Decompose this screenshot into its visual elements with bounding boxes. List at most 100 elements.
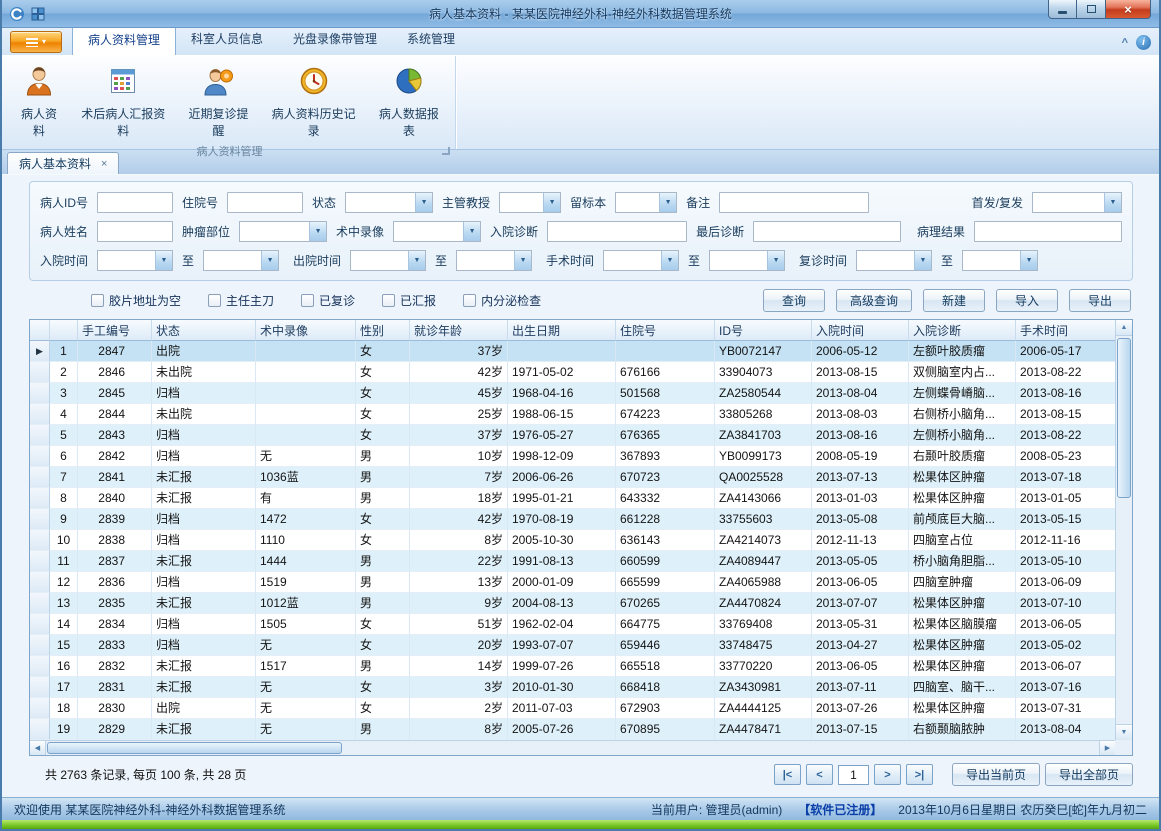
filter-input[interactable] [974,221,1122,242]
vertical-scroll-thumb[interactable] [1117,338,1131,498]
column-header[interactable]: 手工编号 [78,320,152,341]
table-row[interactable]: 192829未汇报无男8岁2005-07-26670895ZA447847120… [30,719,1115,740]
collapse-ribbon-icon[interactable]: ^ [1122,37,1128,49]
ribbon-button[interactable]: 病人资料 [8,59,70,143]
filter-dropdown[interactable]: ▼ [603,250,679,271]
table-row[interactable]: 32845归档女45岁1968-04-16501568ZA25805442013… [30,383,1115,404]
column-header[interactable]: 入院时间 [812,320,909,341]
action-button[interactable]: 新建 [923,289,985,312]
column-header[interactable]: 住院号 [616,320,715,341]
column-header[interactable]: 性别 [356,320,410,341]
filter-dropdown[interactable]: ▼ [350,250,426,271]
page-number-input[interactable]: 1 [838,765,869,785]
filter-input[interactable] [753,221,901,242]
ribbon-button[interactable]: 术后病人汇报资料 [70,59,176,143]
table-row[interactable]: 142834归档1505女51岁1962-02-0466477533769408… [30,614,1115,635]
filter-checkbox[interactable]: 已复诊 [301,292,355,309]
dialog-launcher-icon[interactable] [442,147,450,155]
filter-dropdown[interactable]: ▼ [709,250,785,271]
column-header[interactable]: 术中录像 [256,320,356,341]
filter-checkbox[interactable]: 胶片地址为空 [91,292,181,309]
info-icon[interactable]: i [1136,35,1151,50]
filter-dropdown[interactable]: ▼ [615,192,677,213]
next-page-button[interactable]: > [874,764,901,785]
first-page-button[interactable]: |< [774,764,801,785]
table-row[interactable]: 172831未汇报无女3岁2010-01-30668418ZA343098120… [30,677,1115,698]
ribbon-button[interactable]: 近期复诊提醒 [176,59,260,143]
tab-close-icon[interactable]: × [101,158,107,170]
column-header[interactable]: 状态 [152,320,256,341]
table-row[interactable]: 62842归档无男10岁1998-12-09367893YB0099173200… [30,446,1115,467]
ribbon-tab[interactable]: 光盘录像带管理 [278,25,392,55]
app-logo-icon[interactable] [9,6,25,22]
scroll-right-icon[interactable]: ▶ [1099,741,1115,755]
ribbon-tab[interactable]: 科室人员信息 [176,25,278,55]
table-row[interactable]: 112837未汇报1444男22岁1991-08-13660599ZA40894… [30,551,1115,572]
table-row[interactable]: 82840未汇报有男18岁1995-01-21643332ZA414306620… [30,488,1115,509]
cell: ZA4470824 [715,593,812,614]
action-button[interactable]: 高级查询 [836,289,912,312]
table-row[interactable]: 152833归档无女20岁1993-07-0765944633748475201… [30,635,1115,656]
filter-dropdown[interactable]: ▼ [203,250,279,271]
filter-input[interactable] [227,192,303,213]
column-header[interactable]: 出生日期 [508,320,616,341]
table-row[interactable]: 102838归档1110女8岁2005-10-30636143ZA4214073… [30,530,1115,551]
close-button[interactable]: × [1106,0,1151,19]
table-row[interactable]: 122836归档1519男13岁2000-01-09665599ZA406598… [30,572,1115,593]
table-row[interactable]: 182830出院无女2岁2011-07-03672903ZA4444125201… [30,698,1115,719]
table-row[interactable]: 72841未汇报1036蓝男7岁2006-06-26670723QA002552… [30,467,1115,488]
quick-access-icon[interactable] [30,6,46,22]
filter-input[interactable] [547,221,687,242]
horizontal-scrollbar[interactable]: ◀ ▶ [30,740,1115,755]
filter-dropdown[interactable]: ▼ [456,250,532,271]
vertical-scrollbar[interactable]: ▲ ▼ [1115,320,1132,740]
export-current-page-button[interactable]: 导出当前页 [952,763,1040,786]
prev-page-button[interactable]: < [806,764,833,785]
filter-dropdown[interactable]: ▼ [499,192,561,213]
filter-checkbox[interactable]: 内分泌检查 [463,292,541,309]
registration-status[interactable]: 【软件已注册】 [798,801,882,818]
horizontal-scroll-thumb[interactable] [47,742,342,754]
action-button[interactable]: 导入 [996,289,1058,312]
table-row[interactable]: 42844未出院女25岁1988-06-15674223338052682013… [30,404,1115,425]
filter-checkbox[interactable]: 已汇报 [382,292,436,309]
ribbon-button[interactable]: 病人数据报表 [367,59,451,143]
last-page-button[interactable]: >| [906,764,933,785]
action-button[interactable]: 查询 [763,289,825,312]
filter-dropdown[interactable]: ▼ [962,250,1038,271]
filter-dropdown[interactable]: ▼ [1032,192,1122,213]
filter-dropdown[interactable]: ▼ [856,250,932,271]
column-header[interactable]: 就诊年龄 [410,320,508,341]
ribbon-tab[interactable]: 系统管理 [392,25,470,55]
table-row[interactable]: 132835未汇报1012蓝男9岁2004-08-13670265ZA44708… [30,593,1115,614]
scroll-left-icon[interactable]: ◀ [30,741,46,755]
table-row[interactable]: ▶12847出院女37岁YB00721472006-05-12左额叶胶质瘤200… [30,341,1115,362]
filter-input[interactable] [719,192,869,213]
app-menu-button[interactable]: ▾ [10,31,62,53]
table-row[interactable]: 22846未出院女42岁1971-05-02676166339040732013… [30,362,1115,383]
scroll-down-icon[interactable]: ▼ [1116,724,1132,740]
column-header[interactable]: 入院诊断 [909,320,1016,341]
column-header[interactable]: 手术时间 [1016,320,1115,341]
column-header-blank[interactable] [50,320,78,341]
filter-input[interactable] [97,221,173,242]
filter-checkbox[interactable]: 主任主刀 [208,292,274,309]
filter-input[interactable] [97,192,173,213]
row-number: 9 [50,509,78,530]
table-row[interactable]: 162832未汇报1517男14岁1999-07-266655183377022… [30,656,1115,677]
filter-dropdown[interactable]: ▼ [97,250,173,271]
filter-dropdown[interactable]: ▼ [345,192,433,213]
minimize-button[interactable] [1048,0,1077,19]
scroll-up-icon[interactable]: ▲ [1116,320,1132,336]
filter-dropdown[interactable]: ▼ [393,221,481,242]
column-header-blank[interactable] [30,320,50,341]
table-row[interactable]: 92839归档1472女42岁1970-08-19661228337556032… [30,509,1115,530]
maximize-button[interactable] [1077,0,1106,19]
table-row[interactable]: 52843归档女37岁1976-05-27676365ZA38417032013… [30,425,1115,446]
action-button[interactable]: 导出 [1069,289,1131,312]
filter-dropdown[interactable]: ▼ [239,221,327,242]
ribbon-tab[interactable]: 病人资料管理 [72,25,176,55]
export-all-pages-button[interactable]: 导出全部页 [1045,763,1133,786]
column-header[interactable]: ID号 [715,320,812,341]
ribbon-button[interactable]: 病人资料历史记录 [261,59,367,143]
